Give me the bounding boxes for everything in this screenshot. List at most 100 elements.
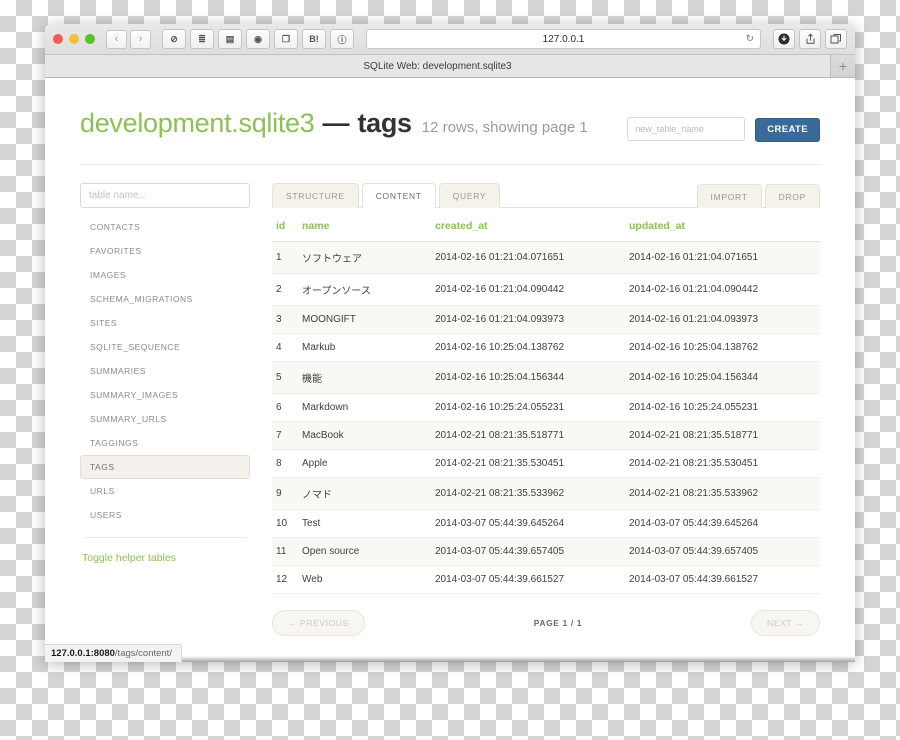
cell-updated-at: 2014-02-21 08:21:35.533962 xyxy=(625,477,820,510)
row-summary: 12 rows, showing page 1 xyxy=(421,119,588,136)
cell-name: Test xyxy=(298,509,431,538)
extension-buttons: ⊘ ≣ ▤ ◉ ❐ B! ⓘ xyxy=(162,29,354,49)
create-table-button[interactable]: CREATE xyxy=(755,117,820,142)
content-table: id name created_at updated_at 1 ソフトウェア 2… xyxy=(272,209,820,594)
sidebar-item-summaries[interactable]: SUMMARIES xyxy=(80,359,250,383)
drop-button[interactable]: DROP xyxy=(764,183,820,208)
layers-icon[interactable]: ≣ xyxy=(190,29,214,49)
cell-id: 9 xyxy=(272,477,298,510)
cell-updated-at: 2014-02-21 08:21:35.518771 xyxy=(625,421,820,450)
table-head: id name created_at updated_at xyxy=(272,209,820,242)
previous-page-button[interactable]: ← PREVIOUS xyxy=(272,609,365,636)
download-icon[interactable] xyxy=(773,29,795,49)
cell-created-at: 2014-03-07 05:44:39.645264 xyxy=(431,509,625,538)
cell-name: ノマド xyxy=(298,477,431,510)
table-row: 5 機能 2014-02-16 10:25:04.156344 2014-02-… xyxy=(272,361,820,394)
tabs-icon[interactable] xyxy=(825,29,847,49)
sidebar-item-sqlite-sequence[interactable]: SQLITE_SEQUENCE xyxy=(80,335,250,359)
new-tab-button[interactable]: + xyxy=(831,55,855,77)
sidebar-item-schema-migrations[interactable]: SCHEMA_MIGRATIONS xyxy=(80,287,250,311)
cell-name: ソフトウェア xyxy=(298,241,431,274)
sidebar-item-summary-urls[interactable]: SUMMARY_URLS xyxy=(80,407,250,431)
column-header-id[interactable]: id xyxy=(272,209,298,242)
minimize-window-button[interactable] xyxy=(69,34,79,44)
forward-icon[interactable]: › xyxy=(130,29,151,49)
cell-name: Markdown xyxy=(298,393,431,422)
table-row: 8 Apple 2014-02-21 08:21:35.530451 2014-… xyxy=(272,449,820,478)
cell-updated-at: 2014-02-16 10:25:04.138762 xyxy=(625,333,820,362)
column-header-updated-at[interactable]: updated_at xyxy=(625,209,820,242)
sidebar-item-favorites[interactable]: FAVORITES xyxy=(80,239,250,263)
browser-tab[interactable]: SQLite Web: development.sqlite3 xyxy=(45,55,831,77)
sidebar-divider xyxy=(84,536,246,538)
cell-name: MOONGIFT xyxy=(298,305,431,334)
address-bar[interactable]: 127.0.0.1 ↻ xyxy=(366,29,761,49)
sidebar-item-urls[interactable]: URLS xyxy=(80,479,250,503)
reload-icon[interactable]: ↻ xyxy=(746,34,754,45)
sidebar-item-summary-images[interactable]: SUMMARY_IMAGES xyxy=(80,383,250,407)
table-row: 1 ソフトウェア 2014-02-16 01:21:04.071651 2014… xyxy=(272,241,820,274)
cell-created-at: 2014-02-16 10:25:04.138762 xyxy=(431,333,625,362)
toggle-helper-tables-link[interactable]: Toggle helper tables xyxy=(80,552,250,564)
tab-query[interactable]: QUERY xyxy=(438,182,501,208)
tab-content[interactable]: CONTENT xyxy=(361,182,436,208)
page-footer: Web-based SQLite database browser, power… xyxy=(272,660,820,663)
column-header-name[interactable]: name xyxy=(298,209,431,242)
sidebar-item-users[interactable]: USERS xyxy=(80,503,250,527)
tab-structure[interactable]: STRUCTURE xyxy=(272,182,359,208)
address-bar-url: 127.0.0.1 xyxy=(542,33,585,45)
cell-created-at: 2014-02-16 01:21:04.071651 xyxy=(431,241,625,274)
block-icon[interactable]: ⊘ xyxy=(162,29,186,49)
table-header-row: id name created_at updated_at xyxy=(272,209,820,242)
table-row: 4 Markub 2014-02-16 10:25:04.138762 2014… xyxy=(272,333,820,362)
new-table-name-input[interactable] xyxy=(627,117,746,141)
window-controls xyxy=(53,34,95,44)
books-icon[interactable]: ▤ xyxy=(218,29,242,49)
back-icon[interactable]: ‹ xyxy=(106,29,127,49)
sidebar-item-contacts[interactable]: CONTACTS xyxy=(80,215,250,239)
table-row: 3 MOONGIFT 2014-02-16 01:21:04.093973 20… xyxy=(272,305,820,334)
table-filter-input[interactable] xyxy=(80,182,250,208)
cell-updated-at: 2014-02-16 10:25:24.055231 xyxy=(625,393,820,422)
cell-created-at: 2014-02-21 08:21:35.518771 xyxy=(431,421,625,450)
cell-created-at: 2014-03-07 05:44:39.657405 xyxy=(431,537,625,566)
browser-window: ‹ › ⊘ ≣ ▤ ◉ ❐ B! ⓘ 127.0.0.1 ↻ SQLite We… xyxy=(45,24,855,662)
sidebar-item-images[interactable]: IMAGES xyxy=(80,263,250,287)
cell-name: Open source xyxy=(298,537,431,566)
cell-id: 11 xyxy=(272,537,298,566)
cell-created-at: 2014-02-16 10:25:04.156344 xyxy=(431,361,625,394)
cell-updated-at: 2014-02-16 01:21:04.090442 xyxy=(625,273,820,306)
share-icon[interactable] xyxy=(799,29,821,49)
hatena-bookmark-icon[interactable]: B! xyxy=(302,29,326,49)
content-tabs-right: IMPORT DROP xyxy=(696,183,820,208)
page-title-table: tags xyxy=(357,108,412,138)
page-title-database: development.sqlite3 xyxy=(80,108,315,138)
cell-created-at: 2014-02-16 10:25:24.055231 xyxy=(431,393,625,422)
column-header-created-at[interactable]: created_at xyxy=(431,209,625,242)
cell-id: 1 xyxy=(272,241,298,274)
duplicate-icon[interactable]: ❐ xyxy=(274,29,298,49)
record-icon[interactable]: ◉ xyxy=(246,29,270,49)
cell-name: MacBook xyxy=(298,421,431,450)
next-page-button[interactable]: NEXT → xyxy=(751,609,820,636)
import-button[interactable]: IMPORT xyxy=(696,183,762,208)
browser-toolbar: ‹ › ⊘ ≣ ▤ ◉ ❐ B! ⓘ 127.0.0.1 ↻ xyxy=(45,24,855,55)
sidebar-item-tags[interactable]: TAGS xyxy=(80,454,250,479)
content-tabs: STRUCTURE CONTENT QUERY IMPORT DROP xyxy=(272,182,820,208)
cell-created-at: 2014-02-16 01:21:04.093973 xyxy=(431,305,625,334)
cell-created-at: 2014-03-07 05:44:39.661527 xyxy=(431,565,625,594)
status-bar-path: /tags/content/ xyxy=(114,648,172,659)
maximize-window-button[interactable] xyxy=(85,34,95,44)
cell-name: Web xyxy=(298,565,431,594)
content-tabs-left: STRUCTURE CONTENT QUERY xyxy=(272,182,501,208)
table-row: 11 Open source 2014-03-07 05:44:39.65740… xyxy=(272,537,820,566)
table-row: 9 ノマド 2014-02-21 08:21:35.533962 2014-02… xyxy=(272,477,820,510)
info-icon[interactable]: ⓘ xyxy=(330,29,354,49)
table-row: 7 MacBook 2014-02-21 08:21:35.518771 201… xyxy=(272,421,820,450)
sidebar-item-sites[interactable]: SITES xyxy=(80,311,250,335)
close-window-button[interactable] xyxy=(53,34,63,44)
cell-id: 8 xyxy=(272,449,298,478)
status-bar: 127.0.0.1:8080/tags/content/ xyxy=(45,644,182,662)
cell-id: 6 xyxy=(272,393,298,422)
sidebar-item-taggings[interactable]: TAGGINGS xyxy=(80,431,250,455)
